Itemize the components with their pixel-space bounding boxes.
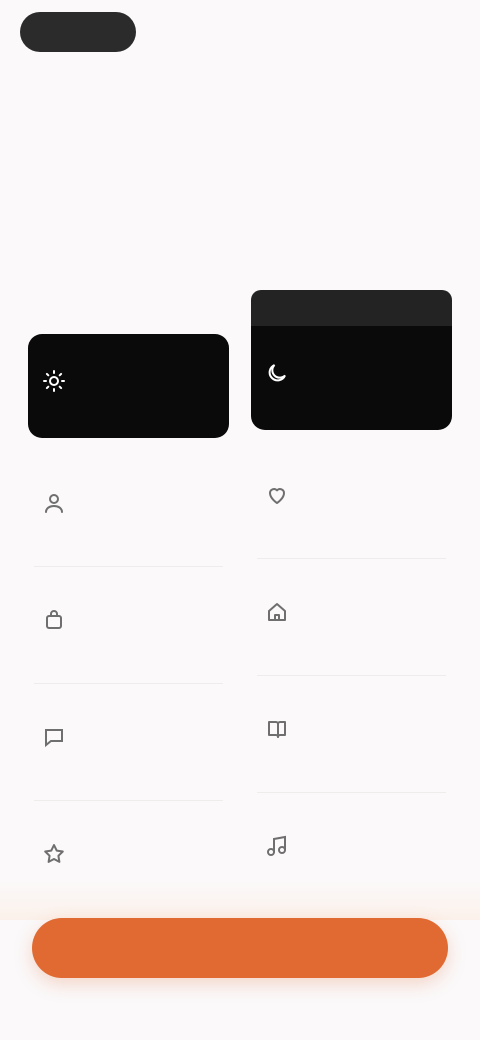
sun-icon	[42, 369, 66, 393]
user-icon	[42, 491, 66, 515]
choice-column-right	[251, 290, 452, 917]
chat-icon	[42, 725, 66, 749]
choice-tile[interactable]	[251, 793, 452, 909]
moon-icon	[265, 361, 289, 385]
choice-tile[interactable]	[28, 334, 229, 438]
column-header-right	[251, 290, 452, 326]
bag-icon	[42, 608, 66, 632]
heart-icon	[265, 483, 289, 507]
choice-tile[interactable]	[28, 684, 229, 800]
choice-board	[28, 290, 452, 910]
choice-tile[interactable]	[28, 450, 229, 566]
column-header-left	[28, 290, 229, 326]
choice-tile[interactable]	[251, 676, 452, 792]
app-logo	[20, 12, 136, 52]
home-icon	[265, 600, 289, 624]
choice-column-left	[28, 290, 229, 917]
continue-button[interactable]	[32, 918, 448, 978]
choice-tile[interactable]	[28, 567, 229, 683]
choice-tile[interactable]	[251, 559, 452, 675]
book-icon	[265, 717, 289, 741]
header	[20, 10, 460, 54]
star-icon	[42, 842, 66, 866]
choice-tile[interactable]	[251, 326, 452, 430]
choice-tile[interactable]	[28, 801, 229, 917]
choice-tile[interactable]	[251, 442, 452, 558]
music-icon	[265, 834, 289, 858]
